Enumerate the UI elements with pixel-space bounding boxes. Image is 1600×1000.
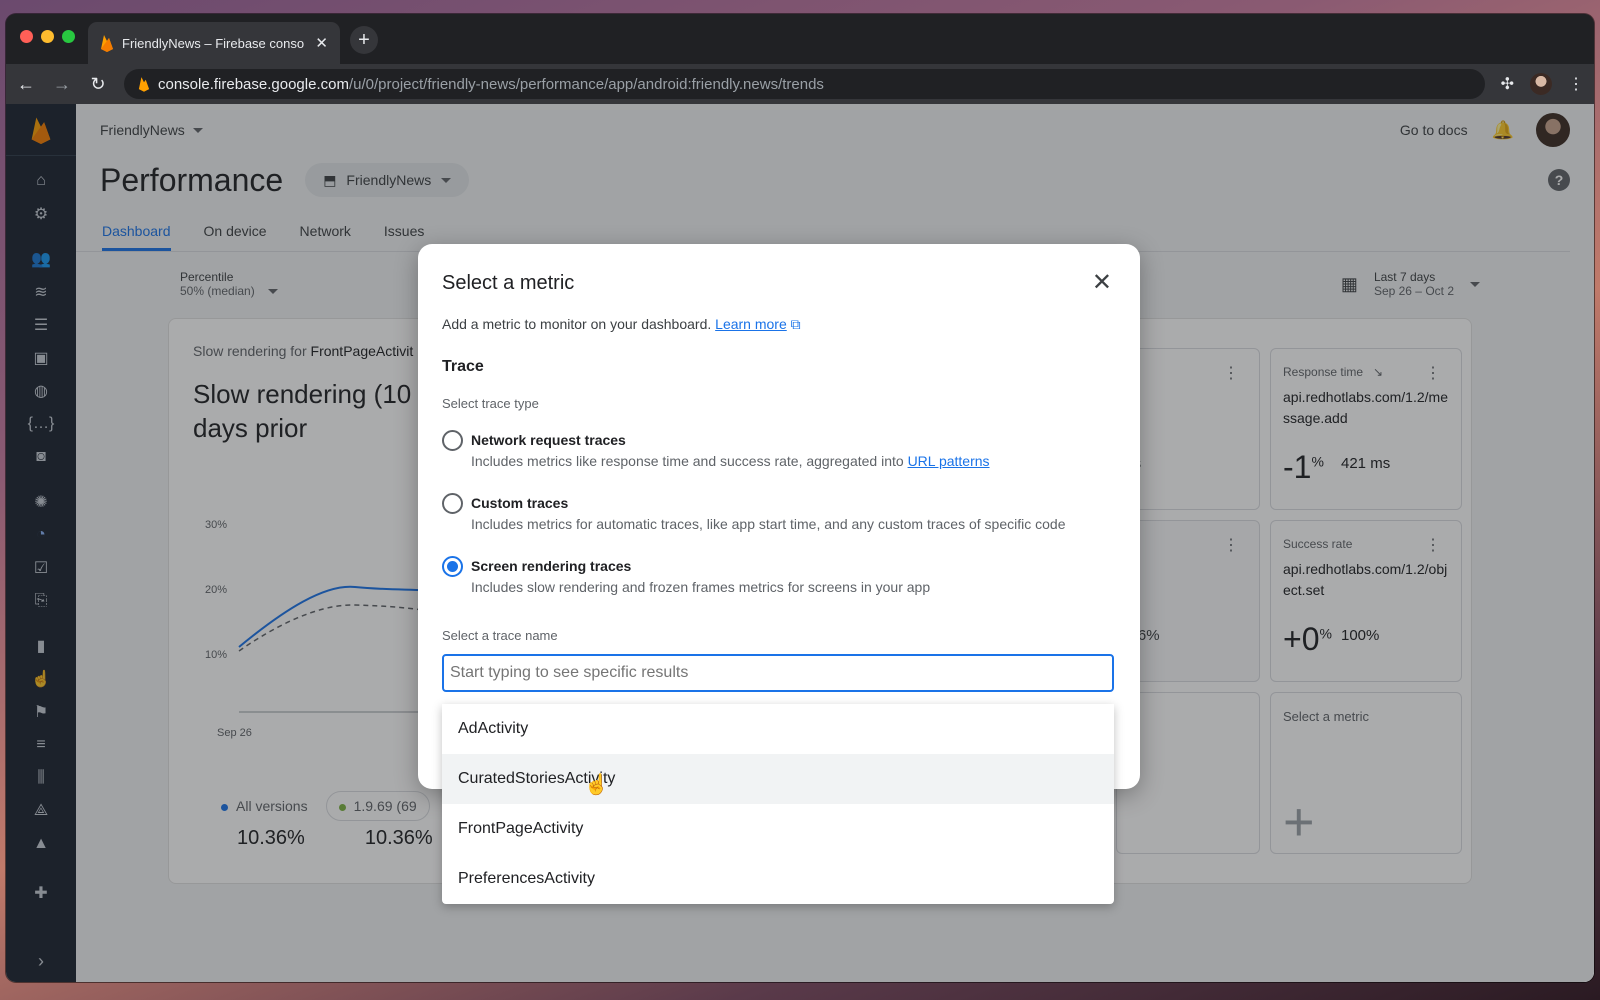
trace-results-list: AdActivity CuratedStoriesActivity FrontP… xyxy=(442,704,1114,904)
extensions-icon[interactable]: ✣ xyxy=(1501,74,1514,94)
browser-tab[interactable]: FriendlyNews – Firebase conso ✕ xyxy=(88,22,340,64)
tab-title: FriendlyNews – Firebase conso xyxy=(122,35,305,51)
window-controls xyxy=(20,30,75,43)
back-icon[interactable]: ← xyxy=(16,74,36,95)
radio-button-selected[interactable] xyxy=(442,556,463,577)
url-host: console.firebase.google.com xyxy=(158,75,349,93)
option-network-request-traces[interactable]: Network request traces Includes metrics … xyxy=(442,430,1122,474)
list-item[interactable]: CuratedStoriesActivity xyxy=(442,754,1114,804)
option-title: Custom traces xyxy=(471,495,569,511)
dialog-description: Add a metric to monitor on your dashboar… xyxy=(442,316,801,332)
tab-strip: FriendlyNews – Firebase conso ✕ + xyxy=(6,14,1594,64)
address-bar[interactable]: console.firebase.google.com/u/0/project/… xyxy=(124,69,1485,99)
close-window-button[interactable] xyxy=(20,30,33,43)
browser-menu-icon[interactable]: ⋮ xyxy=(1568,74,1584,94)
option-description: Includes metrics for automatic traces, l… xyxy=(471,516,1066,532)
list-item[interactable]: FrontPageActivity xyxy=(442,804,1114,854)
close-icon[interactable]: ✕ xyxy=(1092,268,1112,297)
maximize-window-button[interactable] xyxy=(62,30,75,43)
radio-button[interactable] xyxy=(442,430,463,451)
option-title: Network request traces xyxy=(471,432,626,448)
list-item[interactable]: PreferencesActivity xyxy=(442,854,1114,904)
option-description: Includes metrics like response time and … xyxy=(471,453,990,469)
new-tab-button[interactable]: + xyxy=(350,26,378,54)
url-patterns-link[interactable]: URL patterns xyxy=(908,453,990,469)
option-description: Includes slow rendering and frozen frame… xyxy=(471,579,931,595)
dialog-title: Select a metric xyxy=(442,272,575,294)
trace-type-label: Select trace type xyxy=(442,396,539,411)
browser-toolbar: ← → ↻ console.firebase.google.com/u/0/pr… xyxy=(6,64,1594,104)
option-title: Screen rendering traces xyxy=(471,558,632,574)
list-item[interactable]: AdActivity xyxy=(442,704,1114,754)
profile-avatar[interactable] xyxy=(1530,73,1552,95)
firebase-icon xyxy=(138,77,150,92)
hand-cursor-icon: ☝ xyxy=(584,774,609,796)
forward-icon[interactable]: → xyxy=(52,74,72,95)
option-custom-traces[interactable]: Custom traces Includes metrics for autom… xyxy=(442,493,1122,537)
trace-name-label: Select a trace name xyxy=(442,628,558,643)
firebase-icon xyxy=(101,35,113,52)
section-title: Trace xyxy=(442,358,484,375)
trace-search-input[interactable] xyxy=(442,654,1114,692)
external-link-icon: ⧉ xyxy=(790,316,801,332)
option-screen-rendering-traces[interactable]: Screen rendering traces Includes slow re… xyxy=(442,556,1122,600)
close-tab-icon[interactable]: ✕ xyxy=(315,34,328,52)
radio-button[interactable] xyxy=(442,493,463,514)
learn-more-link[interactable]: Learn more xyxy=(715,316,787,332)
url-path: /u/0/project/friendly-news/performance/a… xyxy=(348,75,824,93)
minimize-window-button[interactable] xyxy=(41,30,54,43)
reload-icon[interactable]: ↻ xyxy=(88,74,108,95)
